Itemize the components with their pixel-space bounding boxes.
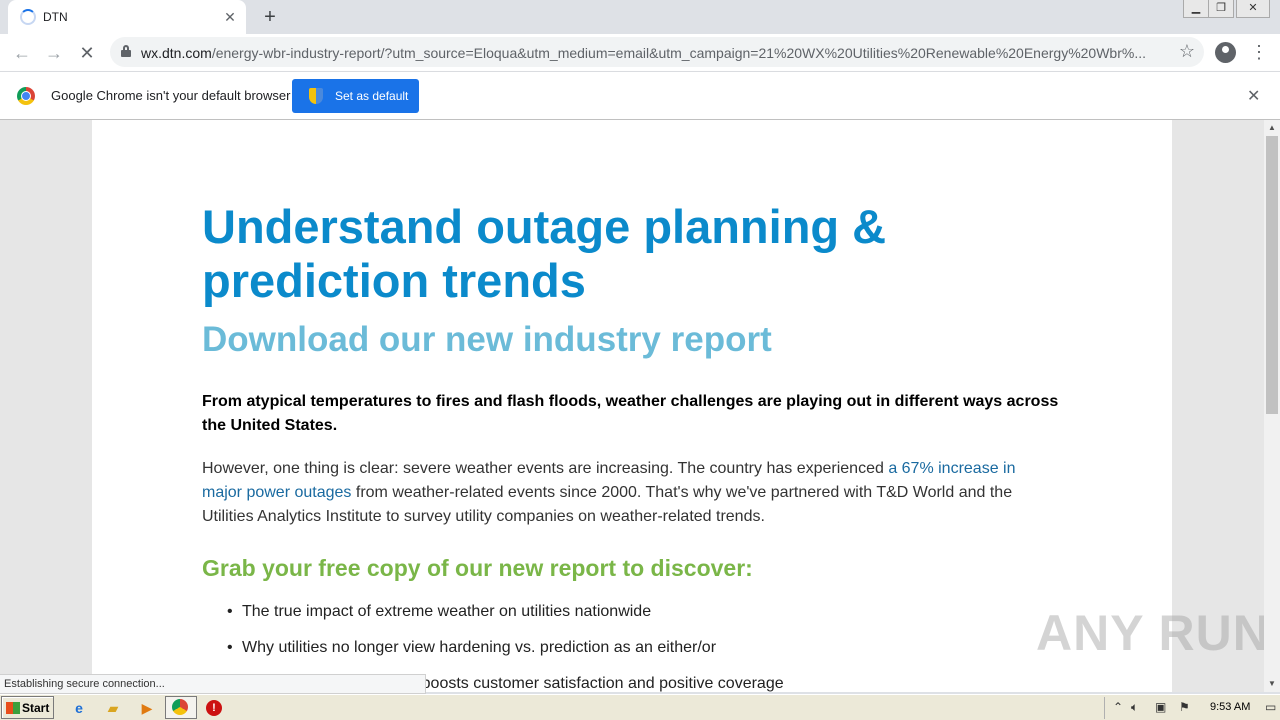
tab-dtn[interactable]: DTN ✕ <box>8 0 246 34</box>
set-as-default-label: Set as default <box>335 89 409 103</box>
intro-paragraph: From atypical temperatures to fires and … <box>202 393 1059 434</box>
scroll-down-arrow-icon[interactable]: ▼ <box>1264 676 1280 692</box>
shield-icon <box>309 88 323 104</box>
new-tab-button[interactable]: + <box>258 5 282 29</box>
network-icon[interactable]: ▣ <box>1155 700 1166 714</box>
action-center-flag-icon[interactable]: ⚑ <box>1179 700 1190 714</box>
scrollbar-thumb[interactable] <box>1266 136 1278 414</box>
back-icon[interactable]: ← <box>9 40 35 66</box>
forward-icon[interactable]: → <box>41 40 67 66</box>
tab-title: DTN <box>43 10 68 24</box>
loading-spinner-icon <box>20 9 36 25</box>
volume-icon[interactable]: 🔈︎ <box>1131 700 1138 715</box>
start-label: Start <box>22 701 50 715</box>
profile-icon[interactable] <box>1215 42 1236 63</box>
system-tray: ⌃ 🔈︎ ▣ ⚑ 9:53 AM ▭ <box>1104 697 1280 719</box>
tab-strip: DTN ✕ + ▁ ❐ ✕ <box>0 0 1280 34</box>
star-icon[interactable]: ☆ <box>1179 41 1195 62</box>
media-player-icon[interactable]: ▶ <box>138 699 156 717</box>
url-text[interactable]: wx.dtn.com/energy-wbr-industry-report/?u… <box>141 45 1171 61</box>
stop-sign-icon[interactable]: ! <box>206 700 222 716</box>
clock[interactable]: 9:53 AM <box>1210 701 1250 713</box>
folder-icon[interactable]: ▰ <box>104 699 122 717</box>
chrome-icon <box>172 699 188 715</box>
minimize-button[interactable]: ▁ <box>1183 0 1209 18</box>
page-subheadline: Download our new industry report <box>202 320 772 359</box>
lock-icon[interactable] <box>121 45 131 57</box>
menu-icon[interactable]: ⋮ <box>1250 40 1268 64</box>
scroll-up-arrow-icon[interactable]: ▲ <box>1264 120 1280 136</box>
para-text-before: However, one thing is clear: severe weat… <box>202 460 889 477</box>
taskbar-chrome-active[interactable] <box>165 696 197 719</box>
list-item: The true impact of extreme weather on ut… <box>202 602 784 638</box>
anyrun-watermark: ANY RUN <box>1036 605 1270 661</box>
discover-heading: Grab your free copy of our new report to… <box>202 555 753 581</box>
page-content: Understand outage planning & prediction … <box>92 120 1172 692</box>
page-headline: Understand outage planning & prediction … <box>202 200 887 307</box>
ie-icon[interactable]: e <box>70 699 88 717</box>
windows-taskbar: Start e ▰ ▶ ! ⌃ 🔈︎ ▣ ⚑ 9:53 AM ▭ <box>0 694 1280 720</box>
browser-toolbar: ← → ✕ wx.dtn.com/energy-wbr-industry-rep… <box>0 34 1280 71</box>
infobar-text: Google Chrome isn't your default browser <box>51 88 291 103</box>
list-item: Why utilities no longer view hardening v… <box>202 638 784 674</box>
address-bar[interactable]: wx.dtn.com/energy-wbr-industry-report/?u… <box>110 37 1204 67</box>
tray-expand-icon[interactable]: ⌃ <box>1113 700 1123 714</box>
infobar-close-icon[interactable]: ✕ <box>1247 86 1260 106</box>
body-paragraph: However, one thing is clear: severe weat… <box>202 457 1052 529</box>
restore-button[interactable]: ❐ <box>1208 0 1234 18</box>
stop-icon[interactable]: ✕ <box>74 40 100 66</box>
status-bubble: Establishing secure connection... <box>0 674 426 694</box>
start-button[interactable]: Start <box>1 696 54 719</box>
url-path: /energy-wbr-industry-report/?utm_source=… <box>211 45 1146 61</box>
default-browser-infobar: Google Chrome isn't your default browser… <box>0 71 1280 120</box>
tab-close-icon[interactable]: ✕ <box>222 9 238 25</box>
show-desktop-icon[interactable]: ▭ <box>1265 700 1276 714</box>
windows-flag-icon <box>6 702 20 714</box>
vertical-scrollbar[interactable]: ▲ ▼ <box>1264 120 1280 692</box>
url-host: wx.dtn.com <box>141 45 212 61</box>
set-as-default-button[interactable]: Set as default <box>292 79 419 113</box>
window-close-button[interactable]: ✕ <box>1236 0 1270 18</box>
chrome-logo-icon <box>17 87 35 105</box>
